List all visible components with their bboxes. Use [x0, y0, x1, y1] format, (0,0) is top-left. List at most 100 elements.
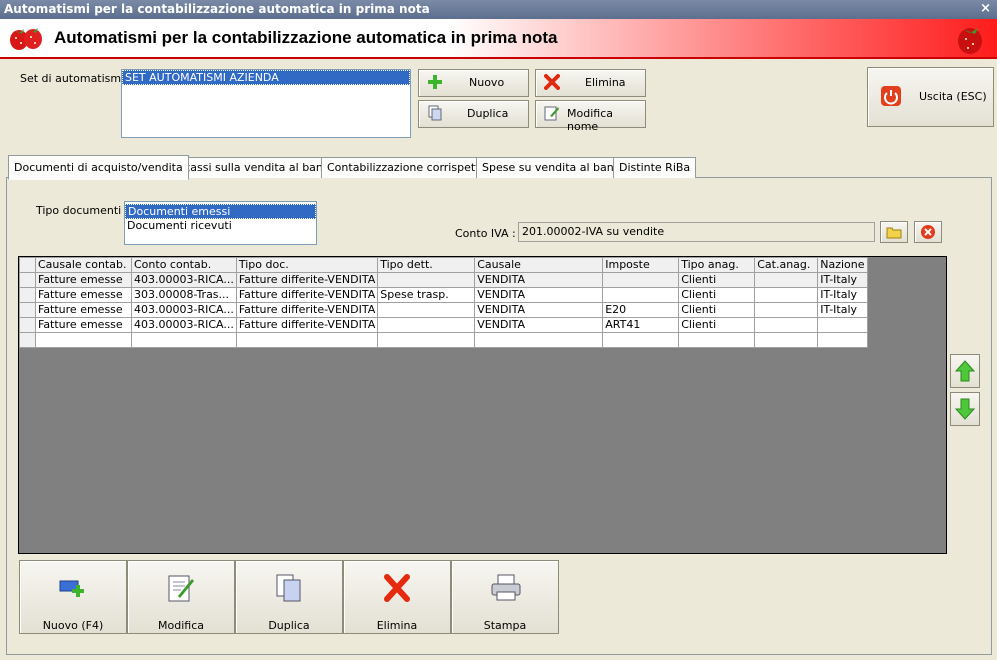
grid-table: Causale contab. Conto contab. Tipo doc. … — [19, 257, 869, 348]
col-header[interactable]: Tipo doc. — [235, 257, 379, 273]
tab-incassi[interactable]: Incassi sulla vendita al banco — [168, 157, 342, 178]
modifica-button[interactable]: Modifica — [127, 560, 235, 634]
conto-iva-field[interactable]: 201.00002-IVA su vendite — [518, 222, 875, 242]
table-cell[interactable]: Fatture emesse — [35, 287, 132, 303]
table-cell[interactable]: E20 — [602, 302, 680, 318]
clear-conto-button[interactable] — [914, 221, 942, 243]
table-cell[interactable]: 403.00003-RICA... — [131, 317, 237, 333]
table-cell[interactable]: Fatture differite-VENDITA — [235, 317, 379, 333]
row-indicator[interactable] — [19, 272, 36, 288]
table-cell[interactable]: Fatture differite-VENDITA — [235, 302, 379, 318]
table-row[interactable]: Fatture emesse 303.00008-Tras... Fatture d… — [19, 287, 869, 303]
tab-corrispettivi[interactable]: Contabilizzazione corrispettivi — [321, 157, 499, 178]
table-cell[interactable] — [377, 272, 476, 288]
table-cell[interactable] — [754, 332, 819, 348]
uscita-button[interactable]: Uscita (ESC) — [867, 67, 994, 127]
move-down-button[interactable] — [950, 392, 980, 426]
col-header[interactable]: Cat.anag. — [754, 257, 819, 273]
table-cell[interactable]: VENDITA — [474, 287, 604, 303]
tipo-documenti-listbox[interactable]: Documenti emessi Documenti ricevuti — [124, 201, 317, 245]
row-indicator[interactable] — [19, 302, 36, 318]
table-cell[interactable]: Clienti — [678, 317, 756, 333]
move-up-button[interactable] — [950, 354, 980, 388]
elimina-button[interactable]: Elimina — [535, 69, 646, 97]
col-header[interactable]: Imposte — [602, 257, 680, 273]
table-cell[interactable] — [474, 332, 604, 348]
table-cell[interactable]: Fatture emesse — [35, 317, 132, 333]
tab-spese[interactable]: Spese su vendita al banco — [476, 157, 633, 178]
table-cell[interactable] — [377, 332, 476, 348]
table-cell[interactable] — [131, 332, 237, 348]
table-cell[interactable] — [754, 287, 819, 303]
edit-icon — [544, 106, 559, 121]
col-header[interactable]: Causale contab. — [35, 257, 132, 273]
arrow-up-icon — [955, 360, 975, 382]
table-cell[interactable] — [817, 317, 869, 333]
strawberry-logo-icon — [958, 28, 982, 54]
table-cell[interactable]: Clienti — [678, 272, 756, 288]
table-cell[interactable] — [602, 332, 680, 348]
table-cell[interactable]: 303.00008-Tras... — [131, 287, 237, 303]
col-header[interactable]: Causale — [474, 257, 604, 273]
modifica-nome-button[interactable]: Modifica nome — [535, 100, 646, 133]
table-row[interactable] — [19, 332, 869, 348]
col-header[interactable]: Nazione — [817, 257, 869, 273]
nuovo-button[interactable]: Nuovo — [418, 69, 529, 97]
elimina-record-button[interactable]: Elimina — [343, 560, 451, 634]
plus-icon — [428, 75, 442, 89]
automatismi-grid[interactable]: Causale contab. Conto contab. Tipo doc. … — [18, 256, 947, 554]
table-cell[interactable] — [602, 287, 680, 303]
table-row[interactable]: Fatture emesse 403.00003-RICA... Fatture d… — [19, 272, 869, 288]
tab-documenti[interactable]: Documenti di acquisto/vendita — [8, 155, 189, 180]
table-cell[interactable] — [754, 272, 819, 288]
table-cell[interactable]: Spese trasp. — [377, 287, 476, 303]
table-cell[interactable] — [602, 272, 680, 288]
table-cell[interactable]: Clienti — [678, 287, 756, 303]
table-cell[interactable]: VENDITA — [474, 272, 604, 288]
col-header[interactable]: Tipo anag. — [678, 257, 756, 273]
table-cell[interactable] — [754, 317, 819, 333]
table-cell[interactable]: IT-Italy — [817, 272, 869, 288]
tab-riba[interactable]: Distinte RiBa — [613, 157, 697, 178]
table-cell[interactable]: 403.00003-RICA... — [131, 272, 237, 288]
table-cell[interactable]: Fatture differite-VENDITA — [235, 272, 379, 288]
close-icon[interactable]: × — [980, 0, 991, 18]
table-cell[interactable] — [754, 302, 819, 318]
table-cell[interactable] — [235, 332, 379, 348]
row-indicator[interactable] — [19, 317, 36, 333]
table-cell[interactable] — [377, 302, 476, 318]
table-cell[interactable]: ART41 — [602, 317, 680, 333]
table-row[interactable]: Fatture emesse 403.00003-RICA... Fatture d… — [19, 302, 869, 318]
table-cell[interactable]: 403.00003-RICA... — [131, 302, 237, 318]
modifica-nome-label: Modifica nome — [567, 107, 613, 133]
col-header[interactable]: Conto contab. — [131, 257, 237, 273]
duplica-record-button[interactable]: Duplica — [235, 560, 343, 634]
table-cell[interactable] — [817, 332, 869, 348]
nuovo-f4-button[interactable]: Nuovo (F4) — [19, 560, 127, 634]
table-cell[interactable] — [35, 332, 132, 348]
table-cell[interactable]: IT-Italy — [817, 287, 869, 303]
table-row[interactable]: Fatture emesse 403.00003-RICA... Fatture d… — [19, 317, 869, 333]
stampa-button[interactable]: Stampa — [451, 560, 559, 634]
row-indicator[interactable] — [19, 332, 36, 348]
table-cell[interactable] — [678, 332, 756, 348]
table-cell[interactable]: Fatture differite-VENDITA — [235, 287, 379, 303]
table-cell[interactable]: Clienti — [678, 302, 756, 318]
table-cell[interactable]: VENDITA — [474, 302, 604, 318]
set-listbox[interactable]: SET AUTOMATISMI AZIENDA — [121, 69, 411, 138]
col-header[interactable]: Tipo dett. — [377, 257, 476, 273]
delete-x-icon — [544, 74, 560, 90]
tipo-documenti-item[interactable]: Documenti emessi — [125, 204, 316, 219]
table-cell[interactable]: Fatture emesse — [35, 302, 132, 318]
table-cell[interactable]: Fatture emesse — [35, 272, 132, 288]
table-cell[interactable]: IT-Italy — [817, 302, 869, 318]
duplica-button[interactable]: Duplica — [418, 100, 529, 128]
table-cell[interactable]: VENDITA — [474, 317, 604, 333]
browse-conto-button[interactable] — [880, 221, 908, 243]
copy-icon — [428, 105, 442, 121]
set-list-item[interactable]: SET AUTOMATISMI AZIENDA — [122, 70, 410, 85]
row-indicator[interactable] — [19, 287, 36, 303]
tipo-documenti-item[interactable]: Documenti ricevuti — [125, 219, 316, 232]
table-cell[interactable] — [377, 317, 476, 333]
tipo-documenti-label: Tipo documenti : — [36, 204, 129, 217]
